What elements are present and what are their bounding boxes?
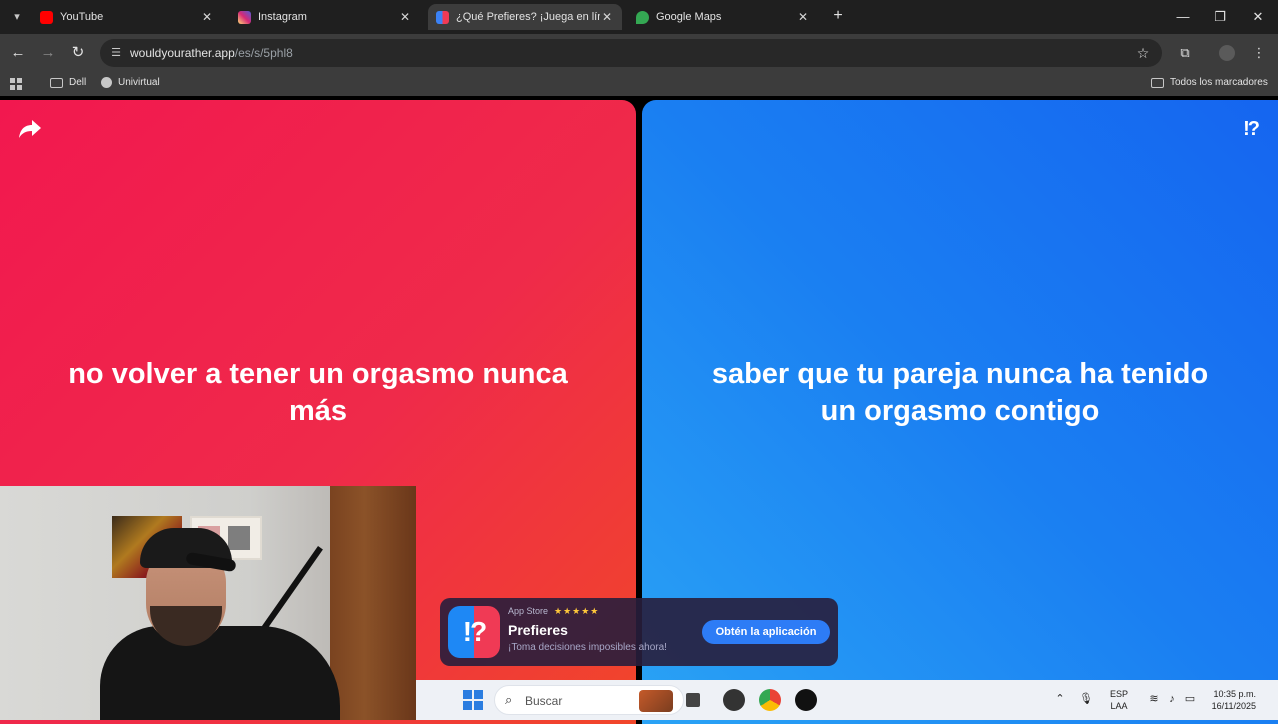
language-indicator[interactable]: ESP LAA [1110,688,1128,712]
clock-date: 16/11/2025 [1211,701,1256,711]
share-arrow-icon[interactable] [18,118,42,140]
prefieres-logo-icon[interactable]: !? [1243,118,1260,141]
webcam-overlay [0,486,416,720]
restore-icon[interactable]: ❐ [1211,8,1229,26]
site-info-icon[interactable]: ☰ [108,45,124,61]
tab-title: Google Maps [656,11,722,23]
tab-title: Instagram [258,11,307,23]
chrome-icon[interactable] [759,689,781,711]
globe-icon [101,77,112,88]
url-path: /es/s/5phl8 [234,46,293,60]
back-arrow-icon[interactable]: ← [8,43,28,63]
option-b-text: saber que tu pareja nunca ha tenido un o… [711,358,1209,427]
search-placeholder: Buscar [525,694,563,708]
apps-grid-icon[interactable] [10,78,22,90]
tab-search-chevron-icon[interactable]: ▾ [8,8,26,26]
prefieres-favicon-icon [436,10,449,24]
close-tab-icon[interactable]: ✕ [796,10,810,24]
app-store-label: App Store ★★★★★ [508,606,599,617]
bookmark-star-icon[interactable]: ☆ [1134,44,1152,62]
rating-stars: ★★★★★ [554,606,600,616]
windows-start-icon[interactable] [463,690,483,710]
address-bar[interactable]: ☰ wouldyourather.app/es/s/5phl8 ☆ [100,39,1162,67]
reload-icon[interactable]: ↻ [68,43,88,63]
bookmark-label: Univirtual [118,77,160,88]
clock-time: 10:35 p.m. [1213,689,1256,699]
close-window-icon[interactable]: ✕ [1249,8,1267,26]
tab-title: ¿Qué Prefieres? ¡Juega en línea! [456,11,600,23]
clock[interactable]: 10:35 p.m. 16/11/2025 [1204,688,1256,712]
profile-avatar[interactable] [1219,45,1235,61]
task-view-icon[interactable] [686,693,700,707]
bookmark-univirtual[interactable]: Univirtual [101,77,160,88]
tab-instagram[interactable]: Instagram ✕ [230,4,420,30]
tiktok-icon[interactable] [795,689,817,711]
minimize-icon[interactable]: — [1174,8,1192,26]
tab-strip: ▾ YouTube ✕ Instagram ✕ ¿Qué Prefieres? … [0,0,1278,34]
instagram-favicon-icon [238,10,251,24]
browser-toolbar: ← → ↻ ☰ wouldyourather.app/es/s/5phl8 ☆ … [0,34,1278,72]
app-icon-1[interactable] [723,689,745,711]
lang-bottom: LAA [1110,701,1128,711]
volume-icon[interactable]: ♪ [1164,691,1180,707]
more-menu-icon[interactable]: ⋮ [1249,43,1269,63]
url-text[interactable]: wouldyourather.app/es/s/5phl8 [130,46,293,60]
close-tab-icon[interactable]: ✕ [600,10,614,24]
app-store-text: App Store [508,606,549,616]
tab-youtube[interactable]: YouTube ✕ [32,4,222,30]
bookmarks-bar: Dell Univirtual Todos los marcadores [0,72,1278,96]
new-tab-button[interactable]: + [829,7,847,25]
bookmark-label: Dell [69,77,87,88]
option-a-text: no volver a tener un orgasmo nunca más [68,358,568,427]
tray-chevron-icon[interactable]: ⌃ [1052,691,1068,707]
all-bookmarks[interactable]: Todos los marcadores [1151,77,1268,88]
battery-icon[interactable]: ▭ [1182,691,1198,707]
wooden-door [330,486,416,720]
lang-top: ESP [1110,689,1129,699]
close-tab-icon[interactable]: ✕ [398,10,412,24]
maps-pin-icon [636,10,649,24]
url-host: wouldyourather.app [130,46,235,60]
get-app-button[interactable]: Obtén la aplicación [702,620,830,644]
person-body [100,626,340,720]
close-tab-icon[interactable]: ✕ [200,10,214,24]
wifi-icon[interactable]: ≋ [1146,691,1162,707]
forward-arrow-icon[interactable]: → [38,43,58,63]
all-bookmarks-label: Todos los marcadores [1170,77,1268,88]
search-icon: ⌕ [505,692,513,707]
app-promo-banner: !? App Store ★★★★★ Prefieres ¡Toma decisi… [440,598,838,666]
microphone-icon[interactable]: 🎙 [1078,691,1094,707]
taskbar-search[interactable]: ⌕ Buscar [494,685,684,715]
search-highlight-image [639,690,673,712]
app-icon[interactable]: !? [448,606,500,658]
folder-icon [50,77,63,88]
app-subtitle: ¡Toma decisiones imposibles ahora! [508,642,667,653]
bookmark-dell[interactable]: Dell [50,77,86,88]
tab-que-prefieres[interactable]: ¿Qué Prefieres? ¡Juega en línea! ✕ [428,4,622,30]
extensions-icon[interactable]: ⧉ [1175,43,1195,63]
tab-google-maps[interactable]: Google Maps ✕ [628,4,818,30]
app-title: Prefieres [508,622,568,638]
windows-taskbar: ⌕ Buscar ⌃ 🎙 ESP LAA ≋ ♪ ▭ 10:35 p.m. 16/1… [416,680,1278,720]
folder-icon [1151,77,1164,88]
tab-title: YouTube [60,11,104,23]
youtube-favicon-icon [40,10,53,24]
